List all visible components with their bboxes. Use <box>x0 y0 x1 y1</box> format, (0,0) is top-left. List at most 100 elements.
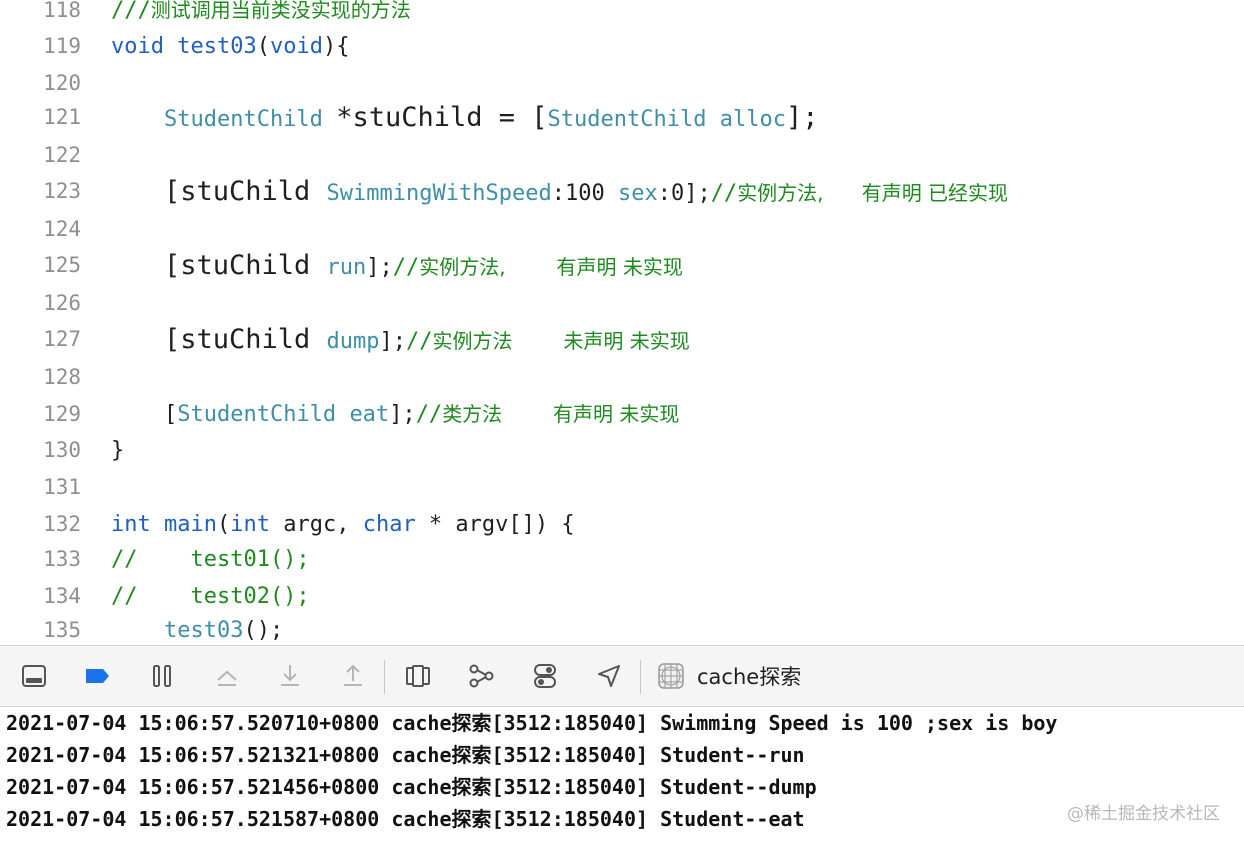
line-number: 124 <box>43 217 81 241</box>
code-line[interactable]: 125 [stuChild run];//实例方法, 有声明 未实现 <box>0 247 1244 284</box>
code-line[interactable]: 131 <box>0 469 1244 506</box>
code-token: main <box>164 512 217 537</box>
code-text: test03(); <box>111 612 283 645</box>
code-token: argc, <box>269 512 363 537</box>
pause-icon[interactable] <box>147 661 177 691</box>
code-line[interactable]: 123 [stuChild SwimmingWithSpeed:100 sex:… <box>0 173 1244 210</box>
code-token: [stuChild <box>163 250 327 281</box>
code-token: :100 <box>551 181 618 206</box>
line-number: 123 <box>43 179 81 203</box>
hide-debug-area-icon[interactable] <box>19 661 49 691</box>
code-text: // test02(); <box>111 578 310 615</box>
step-over-icon[interactable] <box>212 661 242 691</box>
code-token: // <box>415 402 443 427</box>
line-number: 122 <box>43 143 81 167</box>
view-hierarchy-icon[interactable] <box>403 661 433 691</box>
console-log-line: 2021-07-04 15:06:57.521587+0800 cache探索[… <box>6 807 805 831</box>
code-token: 类方法 有声明 未实现 <box>442 402 680 426</box>
code-line[interactable]: 120 <box>0 65 1244 102</box>
simulate-location-icon[interactable] <box>594 661 624 691</box>
line-number: 127 <box>43 327 81 351</box>
code-line[interactable]: 132 int main(int argc, char * argv[]) { <box>0 506 1244 543</box>
code-token: StudentChild <box>163 107 323 132</box>
code-text: StudentChild *stuChild = [StudentChild a… <box>111 99 818 138</box>
code-line[interactable]: 118 ///测试调用当前类没实现的方法 <box>0 0 1244 29</box>
code-token: char <box>362 512 416 537</box>
code-token: // test02(); <box>111 584 310 609</box>
line-number: 118 <box>43 0 81 22</box>
code-token: 测试调用当前类没实现的方法 <box>150 0 411 22</box>
code-line[interactable]: 126 <box>0 285 1244 322</box>
line-number: 125 <box>43 253 81 277</box>
console-log-line: 2021-07-04 15:06:57.520710+0800 cache探索[… <box>6 711 1058 735</box>
toolbar-separator <box>640 660 641 694</box>
environment-overrides-icon[interactable] <box>530 661 560 691</box>
code-token: ]; <box>389 402 416 427</box>
code-line[interactable]: 127 [stuChild dump];//实例方法 未声明 未实现 <box>0 321 1244 358</box>
memory-graph-icon[interactable] <box>466 661 496 691</box>
code-line[interactable]: 135 test03(); <box>0 612 1244 645</box>
code-token: 实例方法 未声明 未实现 <box>432 329 690 353</box>
line-number: 126 <box>43 291 81 315</box>
code-token: ]; <box>366 255 393 280</box>
console-output[interactable]: 2021-07-04 15:06:57.520710+0800 cache探索[… <box>0 707 1244 844</box>
code-token: eat <box>349 402 390 427</box>
code-line[interactable]: 119 void test03(void){ <box>0 28 1244 65</box>
code-text: } <box>111 432 124 469</box>
code-token: // <box>406 329 433 354</box>
code-token: [stuChild <box>163 324 327 355</box>
code-line[interactable]: 134 // test02(); <box>0 578 1244 615</box>
code-token: ]; <box>785 102 819 133</box>
code-text: void test03(void){ <box>111 28 349 65</box>
code-text: [stuChild run];//实例方法, 有声明 未实现 <box>111 247 683 286</box>
code-token: SwimmingWithSpeed <box>326 181 552 206</box>
code-token: // test01(); <box>111 547 310 572</box>
code-token: :0]; <box>657 181 711 206</box>
code-text: // test01(); <box>111 541 310 578</box>
code-token: 实例方法, 有声明 已经实现 <box>737 181 1009 205</box>
line-number: 120 <box>43 71 81 95</box>
code-token: StudentChild <box>547 107 707 132</box>
target-app-label[interactable]: cache探索 <box>697 663 801 691</box>
code-line[interactable]: 133 // test01(); <box>0 541 1244 578</box>
code-token: } <box>111 438 125 463</box>
step-into-icon[interactable] <box>275 661 305 691</box>
code-token: sex <box>617 181 658 206</box>
code-token: (); <box>243 618 284 643</box>
console-log-line: 2021-07-04 15:06:57.521321+0800 cache探索[… <box>6 743 805 767</box>
line-number: 128 <box>43 365 81 389</box>
breakpoints-toggle-icon[interactable] <box>82 661 112 691</box>
line-number: 121 <box>43 105 81 129</box>
code-token: // <box>710 181 738 206</box>
code-line[interactable]: 128 <box>0 359 1244 396</box>
code-token: 实例方法, 有声明 未实现 <box>419 255 683 279</box>
code-editor[interactable]: 118///测试调用当前类没实现的方法 119 void test03(void){… <box>0 0 1244 645</box>
step-out-icon[interactable] <box>338 661 368 691</box>
code-token: void <box>269 34 323 59</box>
code-line[interactable]: 130} <box>0 432 1244 469</box>
code-line[interactable]: 121 StudentChild *stuChild = [StudentChi… <box>0 99 1244 136</box>
code-token: dump <box>326 329 380 354</box>
code-token: [ <box>111 402 178 427</box>
line-number: 119 <box>43 34 81 58</box>
code-line[interactable]: 122 <box>0 137 1244 174</box>
code-token: test03 <box>177 34 257 59</box>
app-target-icon <box>656 661 686 691</box>
code-token: alloc <box>719 107 786 132</box>
code-token: ( <box>256 34 270 59</box>
code-line[interactable]: 124 <box>0 211 1244 248</box>
code-line[interactable]: 129 [StudentChild eat];//类方法 有声明 未实现 <box>0 396 1244 433</box>
line-number: 132 <box>43 512 81 536</box>
code-token: * argv[]) { <box>415 512 575 537</box>
console-log-line: 2021-07-04 15:06:57.521456+0800 cache探索[… <box>6 775 817 799</box>
code-text: [stuChild dump];//实例方法 未声明 未实现 <box>111 321 690 360</box>
code-text: int main(int argc, char * argv[]) { <box>111 506 575 543</box>
code-token: *stuChild = [ <box>336 102 548 133</box>
code-token: [stuChild <box>163 176 327 207</box>
